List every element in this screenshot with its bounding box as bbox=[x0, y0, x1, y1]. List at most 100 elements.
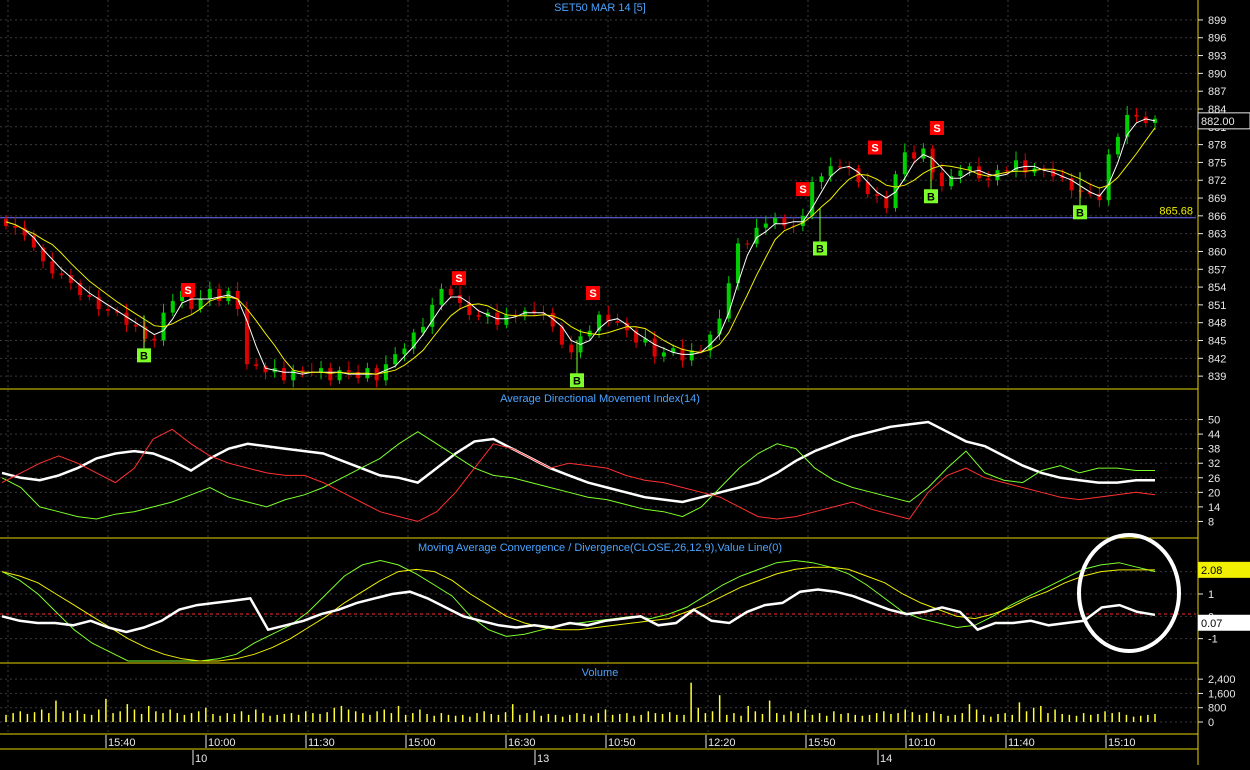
sell-signal-label: S bbox=[589, 288, 596, 300]
sell-signal-label: S bbox=[871, 143, 878, 155]
candle-body bbox=[170, 301, 175, 313]
chart-window: SET50 MAR 14 [5] 865.68 B S S S B B S S S B B 899 8… bbox=[0, 0, 1250, 765]
candle-body bbox=[207, 288, 212, 299]
adx-tick-label: 50 bbox=[1208, 415, 1220, 427]
adx-tick-label: 20 bbox=[1208, 487, 1220, 499]
candle-body bbox=[59, 273, 64, 276]
adx-tick-label: 8 bbox=[1208, 516, 1214, 528]
candle-body bbox=[995, 170, 1000, 181]
price-tick-label: 848 bbox=[1208, 318, 1226, 330]
time-tick-label: 15:50 bbox=[808, 737, 836, 749]
candle-body bbox=[661, 352, 666, 357]
day-tick-label: 10 bbox=[195, 753, 207, 765]
volume-tick-label: 800 bbox=[1208, 703, 1226, 715]
buy-signal-label: B bbox=[140, 350, 148, 362]
candle-body bbox=[254, 364, 259, 367]
sell-signal-label: S bbox=[799, 184, 806, 196]
candle-body bbox=[133, 324, 138, 327]
buy-signal-label: B bbox=[1076, 207, 1084, 219]
price-tick-label: 872 bbox=[1208, 175, 1226, 187]
time-tick-label: 15:40 bbox=[108, 737, 136, 749]
candle-body bbox=[939, 172, 944, 187]
adx-tick-label: 38 bbox=[1208, 444, 1220, 456]
macd-panel-title: Moving Average Convergence / Divergence(… bbox=[418, 542, 782, 554]
day-tick-label: 14 bbox=[880, 753, 892, 765]
time-tick-label: 11:30 bbox=[308, 737, 335, 749]
time-tick-label: 16:30 bbox=[508, 737, 536, 749]
histogram-value-label: 0.07 bbox=[1201, 618, 1222, 630]
price-tick-label: 839 bbox=[1208, 371, 1226, 383]
time-tick-label: 15:00 bbox=[408, 737, 436, 749]
volume-tick-label: 0 bbox=[1208, 717, 1214, 729]
candle-body bbox=[976, 166, 981, 179]
macd-value-label: 2.08 bbox=[1201, 565, 1222, 577]
candle-body bbox=[458, 295, 463, 303]
price-tick-label: 863 bbox=[1208, 229, 1226, 241]
price-tick-label: 866 bbox=[1208, 211, 1226, 223]
price-tick-label: 896 bbox=[1208, 33, 1226, 45]
price-tick-label: 857 bbox=[1208, 264, 1226, 276]
candle-body bbox=[50, 261, 55, 274]
buy-signal-label: B bbox=[573, 375, 581, 387]
candle-body bbox=[87, 295, 92, 297]
candle-body bbox=[448, 288, 453, 296]
time-tick-label: 12:20 bbox=[708, 737, 736, 749]
reference-line-label: 865.68 bbox=[1159, 206, 1193, 218]
adx-tick-label: 26 bbox=[1208, 473, 1220, 485]
candle-body bbox=[921, 148, 926, 159]
sell-signal-label: S bbox=[933, 123, 940, 135]
candle-body bbox=[819, 176, 824, 183]
adx-panel-title: Average Directional Movement Index(14) bbox=[500, 393, 700, 405]
last-price-label: 882.00 bbox=[1201, 116, 1235, 128]
time-tick-label: 15:10 bbox=[1108, 737, 1136, 749]
candle-body bbox=[281, 368, 286, 381]
candle-body bbox=[105, 309, 110, 311]
candle-body bbox=[652, 338, 657, 357]
time-tick-label: 11:40 bbox=[1008, 737, 1035, 749]
candle-body bbox=[476, 314, 481, 317]
candle-body bbox=[875, 194, 880, 196]
candle-body bbox=[439, 288, 444, 305]
price-tick-label: 845 bbox=[1208, 336, 1226, 348]
macd-tick-label: 1 bbox=[1208, 589, 1214, 601]
volume-panel-title: Volume bbox=[582, 667, 619, 679]
candle-body bbox=[800, 215, 805, 226]
time-tick-label: 10:50 bbox=[608, 737, 636, 749]
adx-tick-label: 14 bbox=[1208, 502, 1220, 514]
time-tick-label: 10:10 bbox=[908, 737, 936, 749]
volume-tick-label: 1,600 bbox=[1208, 688, 1236, 700]
candle-body bbox=[346, 370, 351, 372]
time-tick-label: 10:00 bbox=[208, 737, 236, 749]
buy-signal-label: B bbox=[927, 191, 935, 203]
volume-tick-label: 2,400 bbox=[1208, 674, 1236, 686]
adx-tick-label: 32 bbox=[1208, 458, 1220, 470]
candle-body bbox=[745, 243, 750, 245]
price-tick-label: 854 bbox=[1208, 282, 1226, 294]
price-chart-title: SET50 MAR 14 [5] bbox=[554, 2, 646, 14]
sell-signal-label: S bbox=[455, 273, 462, 285]
price-tick-label: 887 bbox=[1208, 86, 1226, 98]
candle-body bbox=[1134, 114, 1139, 117]
candle-body bbox=[1004, 170, 1009, 172]
price-tick-label: 869 bbox=[1208, 193, 1226, 205]
candle-body bbox=[615, 320, 620, 323]
price-tick-label: 860 bbox=[1208, 246, 1226, 258]
candle-body bbox=[393, 354, 398, 365]
candle-body bbox=[763, 223, 768, 228]
chart-canvas[interactable]: SET50 MAR 14 [5] 865.68 B S S S B B S S S B B 899 8… bbox=[0, 0, 1250, 765]
background bbox=[0, 0, 1250, 765]
candle-body bbox=[1106, 154, 1111, 201]
price-tick-label: 899 bbox=[1208, 15, 1226, 27]
candle-body bbox=[1115, 136, 1120, 155]
candle-body bbox=[124, 312, 129, 325]
candle-body bbox=[152, 338, 157, 341]
candle-body bbox=[782, 217, 787, 226]
candle-body bbox=[902, 152, 907, 175]
candle-body bbox=[328, 368, 333, 381]
candle-body bbox=[13, 225, 18, 228]
candle-body bbox=[986, 178, 991, 181]
candle-body bbox=[569, 344, 574, 353]
adx-tick-label: 44 bbox=[1208, 429, 1220, 441]
price-tick-label: 851 bbox=[1208, 300, 1226, 312]
sell-signal-label: S bbox=[184, 285, 191, 297]
